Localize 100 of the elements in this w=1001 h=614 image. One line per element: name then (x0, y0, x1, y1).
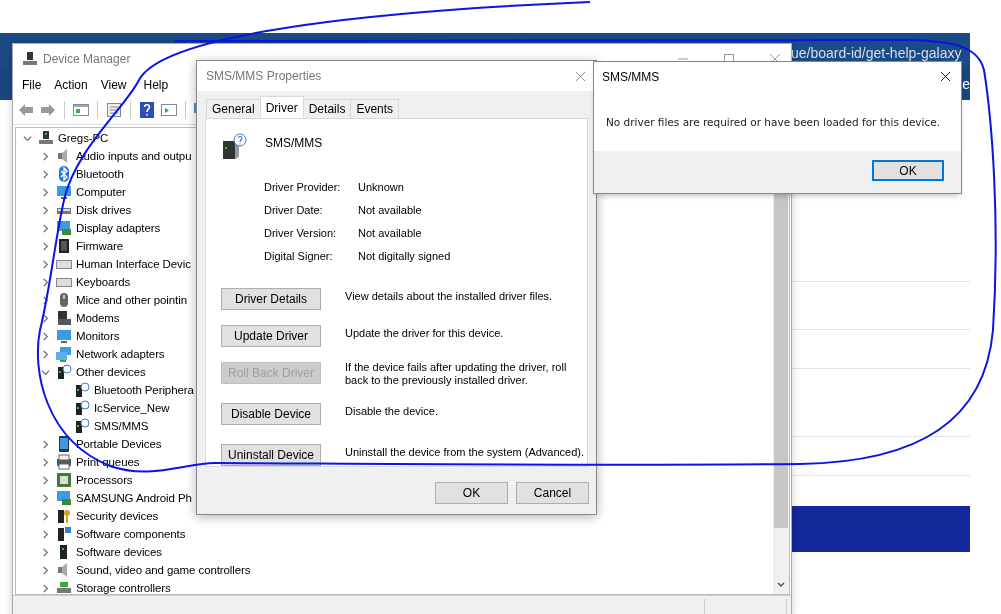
monitor-icon (56, 328, 72, 344)
device-tile-icon (56, 526, 72, 542)
tree-item[interactable]: Software devices (76, 546, 162, 558)
dialog-title: SMS/MMS Properties (206, 69, 322, 83)
panel-icon[interactable] (160, 101, 178, 119)
action-button[interactable]: Driver Details (221, 288, 321, 310)
computer-icon (22, 51, 38, 67)
processor-icon (56, 472, 72, 488)
tab[interactable]: General (206, 99, 261, 118)
chevron-right-icon[interactable] (40, 205, 50, 215)
menu-item[interactable]: File (19, 78, 52, 92)
menu-item[interactable]: Help (140, 78, 179, 92)
tree-item[interactable]: Network adapters (76, 348, 165, 360)
phone-icon (56, 436, 72, 452)
field-label: Driver Version: (264, 226, 338, 241)
chevron-right-icon[interactable] (40, 331, 50, 341)
tree-item[interactable]: Storage controllers (76, 582, 171, 594)
action-description: Disable the device. (345, 405, 439, 418)
field-value: Not available (358, 226, 423, 241)
tree-item[interactable]: Bluetooth (76, 168, 124, 180)
chevron-right-icon[interactable] (40, 151, 50, 161)
tree-item[interactable]: Bluetooth Periphera (94, 384, 194, 396)
dialog-button[interactable]: OK (435, 482, 508, 504)
action-button[interactable]: Uninstall Device (221, 444, 321, 466)
tree-item[interactable]: Security devices (76, 510, 159, 522)
chevron-right-icon[interactable] (40, 511, 50, 521)
action-button[interactable]: Update Driver (221, 325, 321, 347)
chevron-right-icon[interactable] (40, 259, 50, 269)
chevron-down-icon[interactable] (776, 580, 786, 590)
tree-item[interactable]: SMS/MMS (94, 420, 149, 432)
tree-item[interactable]: Portable Devices (76, 438, 162, 450)
field-value: Not available (358, 203, 423, 218)
display-card-icon (56, 220, 72, 236)
action-description: Uninstall the device from the system (Advanced). (345, 446, 585, 459)
chevron-right-icon[interactable] (40, 439, 50, 449)
tree-item[interactable]: Human Interface Devic (76, 258, 191, 270)
display-card-icon (56, 490, 72, 506)
device-question-icon (74, 382, 90, 398)
window-title: Device Manager (43, 52, 131, 66)
monitor-icon (56, 184, 72, 200)
chevron-right-icon[interactable] (40, 583, 50, 593)
menu-item[interactable]: Action (51, 78, 98, 92)
chevron-right-icon[interactable] (40, 241, 50, 251)
chip-icon (56, 238, 72, 254)
nav-link[interactable]: e (962, 75, 970, 92)
chevron-right-icon[interactable] (40, 169, 50, 179)
tree-item[interactable]: SAMSUNG Android Ph (76, 492, 192, 504)
network-icon (56, 346, 72, 362)
device-question-icon (74, 418, 90, 434)
tree-item[interactable]: Disk drives (76, 204, 132, 216)
forward-arrow-icon[interactable] (39, 101, 57, 119)
chevron-right-icon[interactable] (40, 493, 50, 503)
menu-item[interactable]: View (97, 78, 141, 92)
field-label: Digital Signer: (264, 249, 334, 264)
tree-item[interactable]: IcService_New (94, 402, 170, 414)
ok-button[interactable]: OK (872, 160, 944, 181)
message-text: No driver files are required or have been loaded for this device. (606, 116, 941, 128)
close-icon[interactable] (940, 71, 951, 82)
address-text[interactable]: ue/board-id/get-help-galaxy (791, 45, 970, 63)
tree-item[interactable]: Sound, video and game controllers (76, 564, 251, 576)
chevron-right-icon[interactable] (40, 223, 50, 233)
device-name: SMS/MMS (265, 136, 323, 150)
dialog-button[interactable]: Cancel (516, 482, 589, 504)
tree-item[interactable]: Processors (76, 474, 133, 486)
chevron-down-icon[interactable] (22, 133, 32, 143)
action-button[interactable]: Disable Device (221, 403, 321, 425)
chevron-right-icon[interactable] (40, 457, 50, 467)
device-question-icon (221, 133, 247, 161)
action-description: Update the driver for this device. (345, 327, 505, 340)
tab[interactable]: Events (350, 99, 400, 118)
tree-item[interactable]: Other devices (76, 366, 146, 378)
chevron-right-icon[interactable] (40, 475, 50, 485)
chevron-right-icon[interactable] (40, 313, 50, 323)
tab[interactable]: Driver (259, 96, 304, 118)
tree-item[interactable]: Keyboards (76, 276, 131, 288)
tree-item[interactable]: Mice and other pointin (76, 294, 187, 306)
dialog-title: SMS/MMS (602, 69, 660, 84)
chevron-right-icon[interactable] (40, 349, 50, 359)
chevron-right-icon[interactable] (40, 187, 50, 197)
tree-item[interactable]: Print queues (76, 456, 140, 468)
chevron-right-icon[interactable] (40, 529, 50, 539)
tree-item[interactable]: Computer (76, 186, 126, 198)
printer-icon (56, 454, 72, 470)
chevron-right-icon[interactable] (40, 295, 50, 305)
tree-item[interactable]: Firmware (76, 240, 124, 252)
field-label: Driver Provider: (264, 180, 342, 195)
chevron-right-icon[interactable] (40, 277, 50, 287)
help-icon[interactable] (138, 101, 156, 119)
chevron-down-icon[interactable] (40, 367, 50, 377)
tree-item[interactable]: Software components (76, 528, 186, 540)
action-description: If the device fails after updating the driver, roll back to the previously installed driver. (345, 361, 568, 387)
chevron-right-icon[interactable] (40, 547, 50, 557)
modem-icon (56, 310, 72, 326)
bluetooth-icon (56, 166, 72, 182)
panel-icon[interactable] (72, 101, 90, 119)
computer-icon (38, 130, 54, 146)
tree-item[interactable]: Modems (76, 312, 120, 324)
chevron-right-icon[interactable] (40, 565, 50, 575)
tree-item[interactable]: Monitors (76, 330, 120, 342)
tree-item[interactable]: Display adapters (76, 222, 161, 234)
